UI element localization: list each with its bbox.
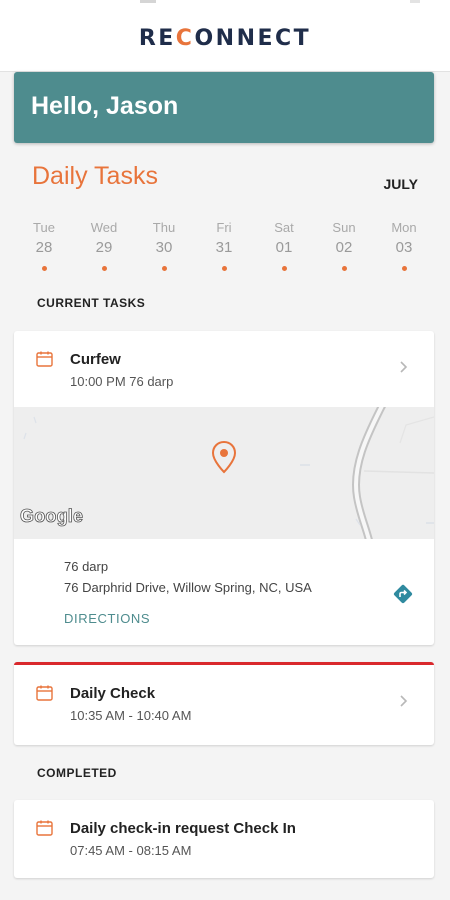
daily-check-card[interactable]: Daily Check 10:35 AM - 10:40 AM [14,662,434,745]
task-title: Curfew [70,351,121,368]
calendar-icon [36,685,53,701]
day-wed[interactable]: Wed 29 [74,208,134,287]
day-name: Mon [391,220,417,235]
day-number: 02 [335,239,353,256]
day-sun[interactable]: Sun 02 [314,208,374,287]
app-header: RECONNECT [0,0,450,72]
location-address: 76 Darphrid Drive, Willow Spring, NC, US… [64,580,312,595]
day-fri[interactable]: Fri 31 [194,208,254,287]
task-dot [341,266,347,271]
chevron-right-icon [400,361,408,373]
day-number: 30 [155,239,173,256]
daily-tasks-title: Daily Tasks [32,162,158,190]
location-name: 76 darp [64,559,109,574]
day-name: Sun [332,220,356,235]
completed-task-row[interactable]: Daily check-in request Check In 07:45 AM… [14,800,434,876]
task-dot [221,266,227,271]
daily-check-task-row[interactable]: Daily Check 10:35 AM - 10:40 AM [14,665,434,741]
day-number: 29 [95,239,113,256]
app-logo: RECONNECT [138,26,312,51]
day-name: Tue [33,220,55,235]
task-time: 10:00 PM 76 darp [70,374,174,389]
completed-heading: COMPLETED [37,766,117,780]
month-label: JULY [383,176,418,192]
day-name: Wed [90,220,118,235]
directions-link[interactable]: DIRECTIONS [64,611,150,626]
map-pin-icon [211,440,237,474]
current-tasks-heading: CURRENT TASKS [37,296,146,310]
day-name: Sat [274,220,294,235]
day-number: 03 [395,239,413,256]
curfew-task-row[interactable]: Curfew 10:00 PM 76 darp [14,331,434,407]
day-tue[interactable]: Tue 28 [14,208,74,287]
day-sat[interactable]: Sat 01 [254,208,314,287]
day-thu[interactable]: Thu 30 [134,208,194,287]
task-title: Daily check-in request Check In [70,820,296,837]
task-title: Daily Check [70,685,156,702]
day-number: 01 [275,239,293,256]
day-mon[interactable]: Mon 03 [374,208,434,287]
location-map[interactable]: Google [14,407,434,539]
directions-icon[interactable] [392,583,414,605]
task-dot [401,266,407,271]
task-time: 10:35 AM - 10:40 AM [70,708,192,723]
calendar-icon [36,351,53,367]
completed-card[interactable]: Daily check-in request Check In 07:45 AM… [14,800,434,878]
map-attribution: Google [20,506,84,527]
day-name: Thu [152,220,176,235]
greeting-text: Hello, Jason [31,92,179,120]
task-dot [161,266,167,271]
status-bar-indicator [410,0,420,3]
address-section: 76 darp 76 Darphrid Drive, Willow Spring… [14,539,434,645]
status-bar-indicator [140,0,156,3]
chevron-right-icon [400,695,408,707]
task-dot [101,266,107,271]
task-time: 07:45 AM - 08:15 AM [70,843,192,858]
calendar-icon [36,820,53,836]
task-dot [41,266,47,271]
task-dot [281,266,287,271]
day-number: 31 [215,239,233,256]
curfew-card: Curfew 10:00 PM 76 darp Google 76 darp 7… [14,331,434,645]
day-name: Fri [216,220,232,235]
day-number: 28 [35,239,53,256]
greeting-banner: Hello, Jason [14,72,434,143]
